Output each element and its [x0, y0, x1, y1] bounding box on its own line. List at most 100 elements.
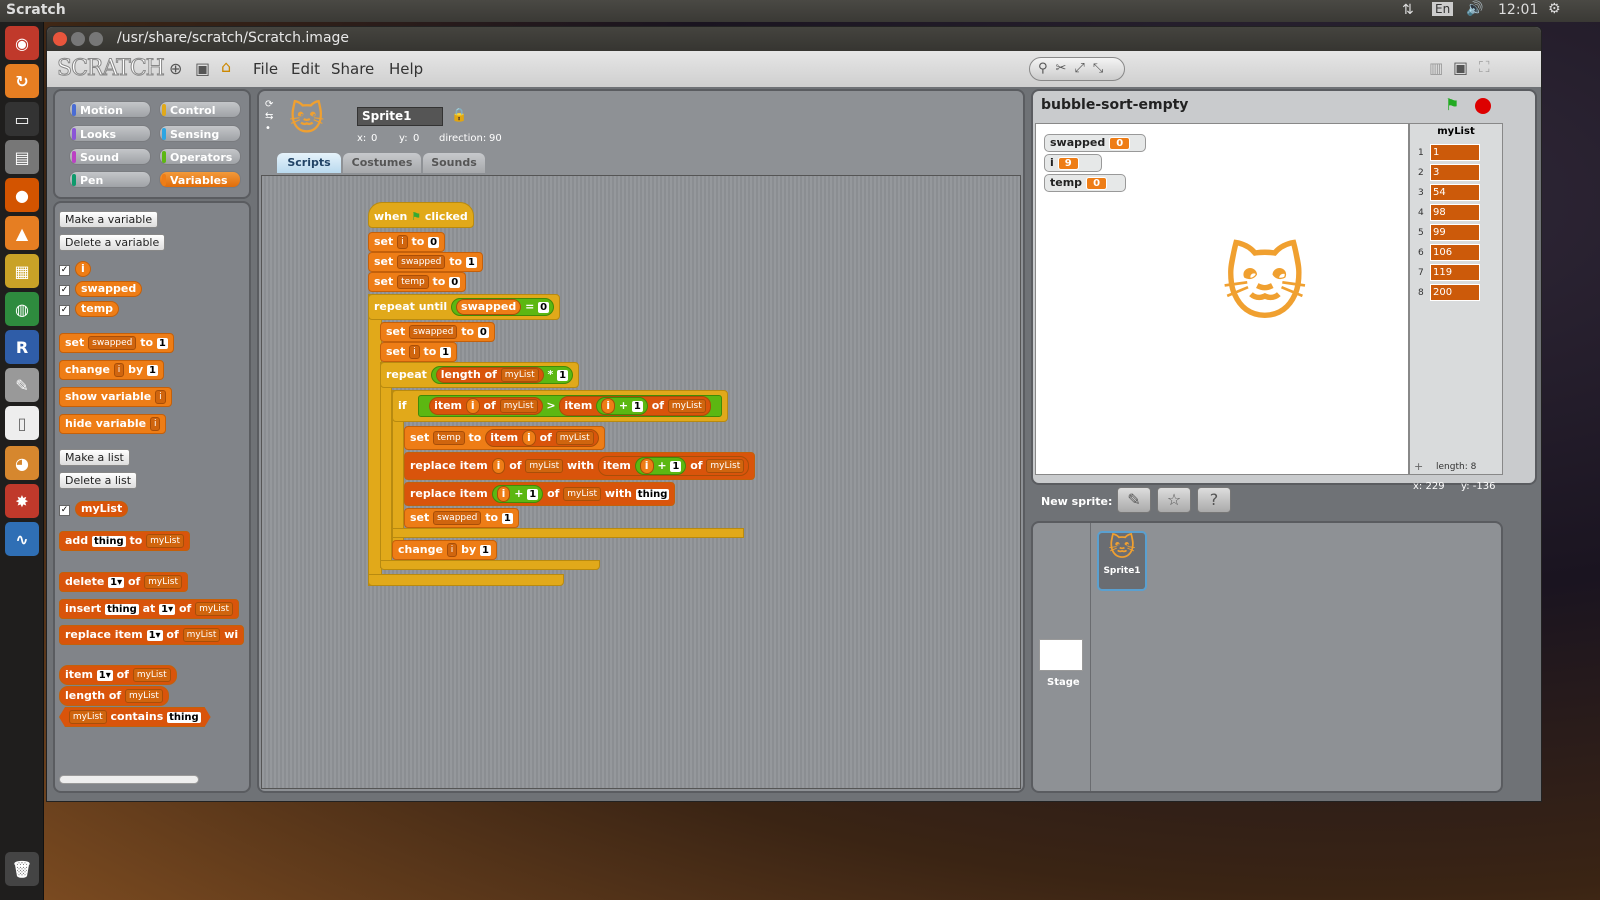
firefox-icon[interactable]: ● [5, 178, 39, 212]
category-operators[interactable]: Operators [159, 148, 241, 165]
value-input[interactable]: 0 [428, 236, 440, 248]
document-icon[interactable]: ▯ [5, 406, 39, 440]
item-of-list-reporter[interactable]: item 1▾ of myList [59, 665, 177, 685]
category-sensing[interactable]: Sensing [159, 125, 241, 142]
repeat-block[interactable]: repeat length of myList * 1 [380, 362, 580, 388]
trash-icon[interactable]: 🗑 [5, 852, 39, 886]
vlc-icon[interactable]: ▲ [5, 216, 39, 250]
checkbox-i[interactable]: ✓ [59, 265, 70, 276]
category-looks[interactable]: Looks [69, 125, 151, 142]
set-swapped-0-block[interactable]: set swapped to 0 [380, 322, 495, 342]
var-dropdown[interactable]: i [149, 417, 161, 431]
list-dropdown[interactable]: myList [555, 431, 594, 445]
list-monitor-mylist[interactable]: myList 11 23 3 54 4 98 5 99 6 106 7 119 8 200 … [1409, 123, 1503, 475]
tab-costumes[interactable]: Costumes [343, 153, 421, 173]
language-globe-icon[interactable]: ⊕ [169, 59, 182, 78]
menu-share[interactable]: Share [331, 60, 374, 78]
tab-sounds[interactable]: Sounds [423, 153, 485, 173]
rotation-style-icons[interactable]: ⟳ ⇆ • [265, 99, 273, 135]
list-dropdown[interactable]: myList [69, 710, 107, 724]
index-input[interactable]: 1▾ [108, 576, 125, 588]
var-dropdown[interactable]: i [155, 390, 166, 404]
presentation-mode-icon[interactable]: ⛶ [1479, 58, 1490, 76]
app-icon[interactable]: ✸ [5, 484, 39, 518]
sprite-tools[interactable]: ⚲✂⤢⤡ [1029, 57, 1125, 81]
value-input[interactable]: thing [105, 603, 139, 615]
value-input[interactable]: thing [635, 488, 670, 500]
monitor-swapped[interactable]: swapped 0 [1044, 134, 1146, 152]
index-input[interactable]: 1▾ [146, 629, 163, 641]
reporter-temp[interactable]: temp [75, 301, 120, 317]
make-variable-button[interactable]: Make a variable [59, 211, 159, 228]
random-sprite-button[interactable]: ? [1197, 487, 1231, 513]
value-input[interactable]: 0 [449, 276, 461, 288]
category-motion[interactable]: Motion [69, 101, 151, 118]
var-reporter[interactable]: i [491, 458, 506, 474]
reporter-i[interactable]: i [75, 261, 91, 277]
category-variables[interactable]: Variables [159, 171, 241, 188]
var-reporter[interactable]: i [521, 430, 536, 446]
list-dropdown[interactable]: myList [144, 575, 182, 589]
index-input[interactable]: 1▾ [96, 669, 113, 681]
list-dropdown[interactable]: myList [195, 602, 233, 616]
plus-reporter[interactable]: i + 1 [596, 397, 648, 415]
list-item[interactable]: 3 54 [1418, 184, 1488, 202]
var-dropdown[interactable]: swapped [397, 255, 446, 269]
monitor-icon[interactable]: ∿ [5, 522, 39, 556]
set-swapped-block[interactable]: set swapped to 1 [368, 252, 483, 272]
list-dropdown[interactable]: myList [500, 368, 539, 382]
cat-sprite[interactable]: 🐱 [1222, 244, 1307, 326]
hide-variable-block[interactable]: hide variable i [59, 414, 167, 434]
index-input[interactable]: 1▾ [159, 603, 176, 615]
settings-gear-icon[interactable]: ⚙ [1548, 1, 1561, 17]
clock[interactable]: 12:01 [1498, 2, 1538, 18]
keyboard-indicator[interactable]: En [1432, 2, 1454, 16]
length-of-list-reporter[interactable]: length of myList [59, 686, 169, 706]
lock-icon[interactable]: 🔒 [451, 108, 467, 123]
dash-icon[interactable]: ◉ [5, 26, 39, 60]
list-item[interactable]: 8 200 [1418, 284, 1488, 302]
checkbox-temp[interactable]: ✓ [59, 305, 70, 316]
menu-help[interactable]: Help [389, 60, 423, 78]
network-icon[interactable]: ⇅ [1402, 2, 1414, 18]
replace-item-block[interactable]: replace item 1▾ of myList wi [59, 625, 245, 645]
puzzle-icon[interactable]: ▦ [5, 254, 39, 288]
var-dropdown[interactable]: i [397, 235, 408, 249]
var-reporter[interactable]: i [465, 398, 480, 414]
minimize-icon[interactable] [71, 32, 85, 46]
var-dropdown[interactable]: i [409, 345, 420, 359]
text-editor-icon[interactable]: ✎ [5, 368, 39, 402]
globe-icon[interactable]: ◍ [5, 292, 39, 326]
tab-scripts[interactable]: Scripts [277, 153, 341, 173]
change-i-block[interactable]: change i by 1 [392, 540, 498, 560]
menu-file[interactable]: File [253, 60, 278, 78]
list-item[interactable]: 7 119 [1418, 264, 1488, 282]
delete-of-list-block[interactable]: delete 1▾ of myList [59, 572, 188, 592]
category-control[interactable]: Control [159, 101, 241, 118]
share-icon[interactable]: ⌂ [221, 57, 231, 76]
change-block[interactable]: change i by 1 [59, 360, 165, 380]
var-reporter[interactable]: i [601, 398, 615, 414]
insert-at-block[interactable]: insert thing at 1▾ of myList [59, 599, 239, 619]
equals-predicate[interactable]: swapped = 0 [451, 298, 555, 316]
list-item[interactable]: 4 98 [1418, 204, 1488, 222]
var-reporter[interactable]: i [639, 458, 654, 474]
stage-thumbnail[interactable] [1039, 639, 1083, 671]
list-item[interactable]: 5 99 [1418, 224, 1488, 242]
delete-list-button[interactable]: Delete a list [59, 472, 138, 489]
list-dropdown[interactable]: myList [563, 487, 602, 501]
var-dropdown[interactable]: i [446, 543, 458, 557]
category-pen[interactable]: Pen [69, 171, 151, 188]
value-input[interactable]: 1 [631, 400, 643, 412]
if-block[interactable]: if item i of myList > item i + 1 of myLi… [392, 390, 728, 422]
value-input[interactable]: thing [167, 712, 201, 723]
replace-item-with-thing-block[interactable]: replace item i + 1 of myList with thing [404, 482, 676, 506]
set-i-1-block[interactable]: set i to 1 [380, 342, 458, 362]
list-item[interactable]: 11 [1418, 144, 1488, 162]
list-dropdown[interactable]: myList [525, 459, 564, 473]
maximize-icon[interactable] [89, 32, 103, 46]
var-dropdown[interactable]: temp [397, 275, 429, 289]
set-block[interactable]: set swapped to 1 [59, 333, 174, 353]
list-dropdown[interactable]: myList [132, 668, 171, 682]
files-icon[interactable]: ▤ [5, 140, 39, 174]
